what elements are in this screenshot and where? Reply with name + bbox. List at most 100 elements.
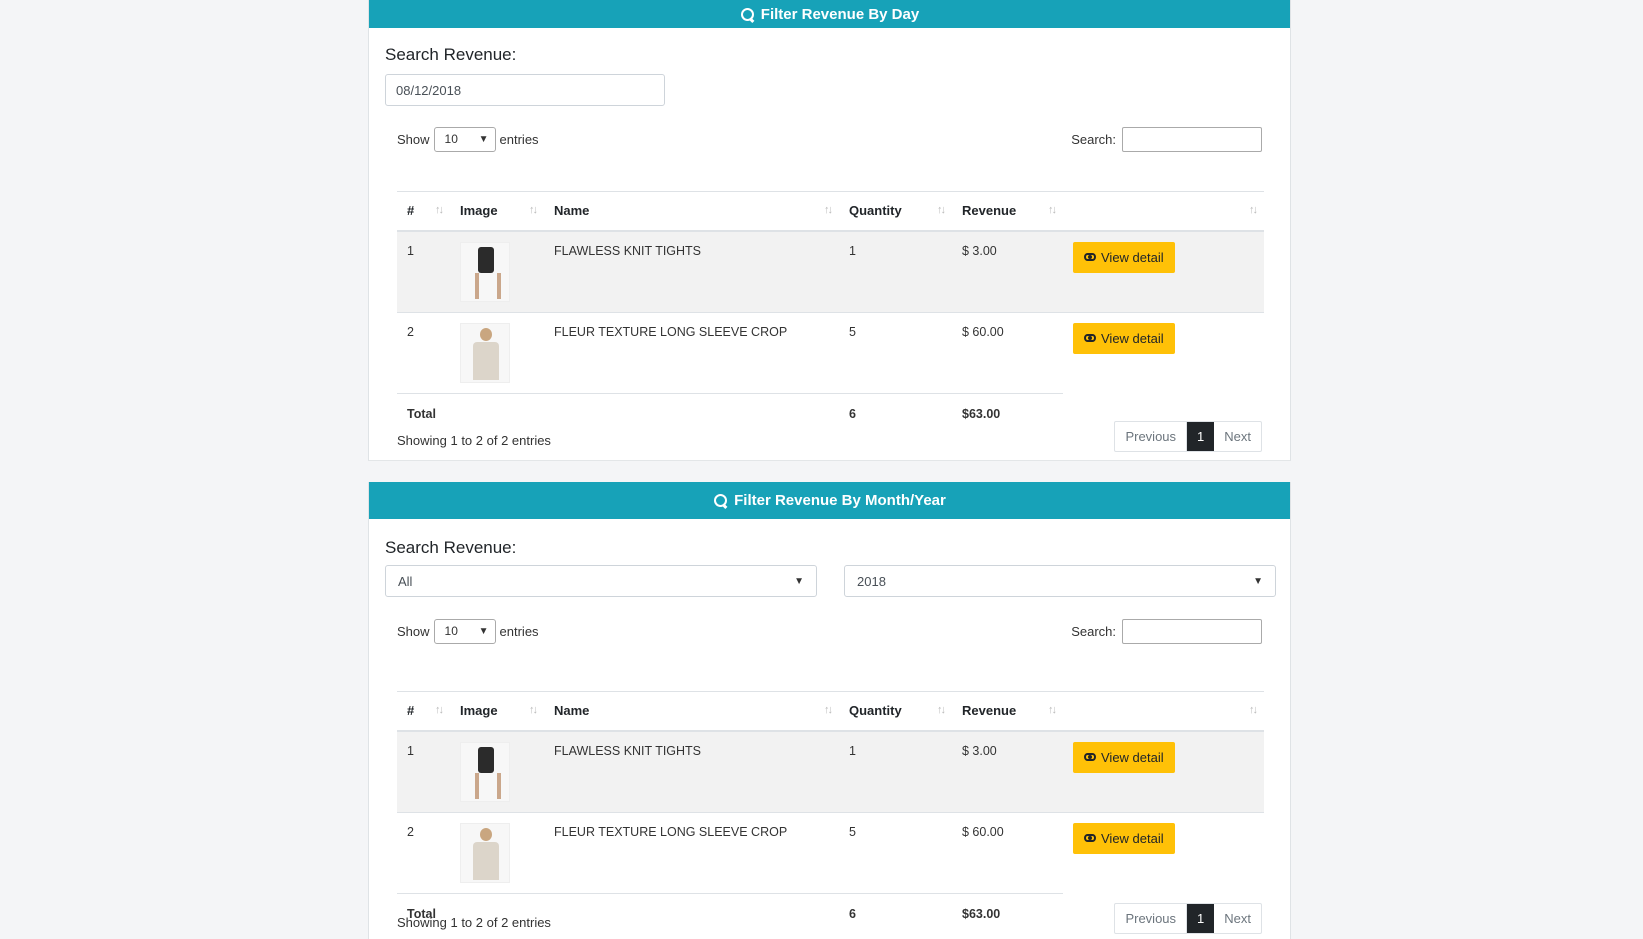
product-revenue: $ 3.00 [952, 230, 1063, 312]
column-header-number[interactable]: # ↑↓ [397, 691, 450, 732]
view-detail-label: View detail [1101, 330, 1164, 346]
product-image [460, 322, 510, 383]
page-length-select[interactable]: 10 ▼ [433, 618, 496, 644]
search-revenue-label: Search Revenue: [385, 45, 517, 64]
column-header-revenue[interactable]: Revenue ↑↓ [952, 691, 1063, 732]
view-detail-button[interactable]: View detail [1073, 241, 1175, 273]
pagination-next[interactable]: Next [1214, 904, 1261, 933]
page-length-control: Show 10 ▼ entries [397, 618, 539, 644]
row-number: 1 [397, 230, 450, 312]
chevron-down-icon: ▼ [478, 133, 489, 145]
view-detail-button[interactable]: View detail [1073, 322, 1175, 354]
product-image [460, 741, 510, 802]
month-select-value: All [398, 573, 413, 589]
view-detail-button[interactable]: View detail [1073, 822, 1175, 854]
entries-label: entries [499, 131, 539, 147]
sort-icon: ↑↓ [1048, 704, 1057, 716]
product-revenue: $ 60.00 [952, 311, 1063, 393]
revenue-table: # ↑↓ Image ↑↓ Name ↑↓ Quantity ↑↓ Revenue ↑↓ … [397, 191, 1264, 433]
search-revenue-label: Search Revenue: [385, 538, 517, 557]
date-input[interactable]: 08/12/2018 [385, 74, 665, 106]
view-detail-button[interactable]: View detail [1073, 741, 1175, 773]
row-number: 2 [397, 811, 450, 893]
sort-icon: ↑↓ [824, 204, 833, 216]
panel-header: Filter Revenue By Month/Year [369, 482, 1290, 519]
chevron-down-icon: ▼ [794, 575, 804, 587]
column-header-quantity[interactable]: Quantity ↑↓ [839, 691, 952, 732]
view-detail-label: View detail [1101, 249, 1164, 265]
search-icon [713, 493, 728, 508]
product-quantity: 5 [839, 311, 952, 393]
product-image [460, 241, 510, 302]
filter-by-month-year-panel: Filter Revenue By Month/Year Search Reve… [368, 482, 1291, 939]
chevron-down-icon: ▼ [478, 625, 489, 637]
column-header-name[interactable]: Name ↑↓ [544, 691, 839, 732]
table-search-input[interactable] [1122, 618, 1262, 644]
panel-title: Filter Revenue By Day [760, 5, 920, 23]
table-search: Search: [1071, 618, 1262, 644]
sort-icon: ↑↓ [435, 704, 444, 716]
product-quantity: 1 [839, 230, 952, 312]
product-quantity: 5 [839, 811, 952, 893]
view-detail-label: View detail [1101, 830, 1164, 846]
page-length-control: Show 10 ▼ entries [397, 126, 539, 152]
column-header-action[interactable]: ↑↓ [1063, 691, 1264, 732]
pagination-next[interactable]: Next [1214, 422, 1261, 451]
column-header-image[interactable]: Image ↑↓ [450, 691, 544, 732]
chevron-down-icon: ▼ [1253, 575, 1263, 587]
sort-icon: ↑↓ [529, 704, 538, 716]
product-name: FLAWLESS KNIT TIGHTS [544, 230, 839, 312]
sort-icon: ↑↓ [824, 704, 833, 716]
eye-icon [1084, 334, 1096, 342]
pagination-previous[interactable]: Previous [1115, 903, 1188, 933]
table-row: 2 FLEUR TEXTURE LONG SLEEVE CROP 5 $ 60.… [397, 311, 1264, 393]
row-number: 1 [397, 730, 450, 812]
column-header-image[interactable]: Image ↑↓ [450, 191, 544, 232]
month-select[interactable]: All ▼ [385, 565, 817, 597]
table-row: 1 FLAWLESS KNIT TIGHTS 1 $ 3.00 View det… [397, 230, 1264, 312]
panel-header: Filter Revenue By Day [369, 0, 1290, 28]
column-header-number[interactable]: # ↑↓ [397, 191, 450, 232]
revenue-table: # ↑↓ Image ↑↓ Name ↑↓ Quantity ↑↓ Revenue ↑↓ … [397, 691, 1264, 933]
view-detail-label: View detail [1101, 749, 1164, 765]
sort-icon: ↑↓ [937, 204, 946, 216]
pagination-previous[interactable]: Previous [1115, 421, 1188, 451]
product-image [460, 822, 510, 883]
show-label: Show [397, 131, 430, 147]
product-name: FLEUR TEXTURE LONG SLEEVE CROP [544, 311, 839, 393]
column-header-action[interactable]: ↑↓ [1063, 191, 1264, 232]
sort-icon: ↑↓ [1249, 204, 1258, 216]
product-quantity: 1 [839, 730, 952, 812]
column-header-name[interactable]: Name ↑↓ [544, 191, 839, 232]
entries-label: entries [499, 623, 539, 639]
eye-icon [1084, 253, 1096, 261]
pagination: Previous 1 Next [1114, 420, 1262, 452]
eye-icon [1084, 753, 1096, 761]
product-name: FLEUR TEXTURE LONG SLEEVE CROP [544, 811, 839, 893]
sort-icon: ↑↓ [435, 204, 444, 216]
column-header-revenue[interactable]: Revenue ↑↓ [952, 191, 1063, 232]
search-icon [740, 7, 755, 22]
product-revenue: $ 3.00 [952, 730, 1063, 812]
eye-icon [1084, 834, 1096, 842]
row-number: 2 [397, 311, 450, 393]
table-search-label: Search: [1071, 623, 1116, 639]
sort-icon: ↑↓ [937, 704, 946, 716]
panel-title: Filter Revenue By Month/Year [734, 492, 946, 509]
page-length-select[interactable]: 10 ▼ [433, 126, 496, 152]
sort-icon: ↑↓ [1249, 704, 1258, 716]
product-revenue: $ 60.00 [952, 811, 1063, 893]
sort-icon: ↑↓ [1048, 204, 1057, 216]
table-row: 2 FLEUR TEXTURE LONG SLEEVE CROP 5 $ 60.… [397, 811, 1264, 893]
product-name: FLAWLESS KNIT TIGHTS [544, 730, 839, 812]
filter-by-day-panel: Filter Revenue By Day Search Revenue: 08… [368, 0, 1291, 461]
table-search: Search: [1071, 126, 1262, 152]
column-header-quantity[interactable]: Quantity ↑↓ [839, 191, 952, 232]
pagination-page-1[interactable]: 1 [1187, 903, 1215, 933]
table-info: Showing 1 to 2 of 2 entries [397, 432, 551, 448]
year-select[interactable]: 2018 ▼ [844, 565, 1276, 597]
pagination: Previous 1 Next [1114, 902, 1262, 934]
table-search-input[interactable] [1122, 126, 1262, 152]
pagination-page-1[interactable]: 1 [1187, 421, 1215, 451]
page-length-value: 10 [444, 624, 458, 638]
